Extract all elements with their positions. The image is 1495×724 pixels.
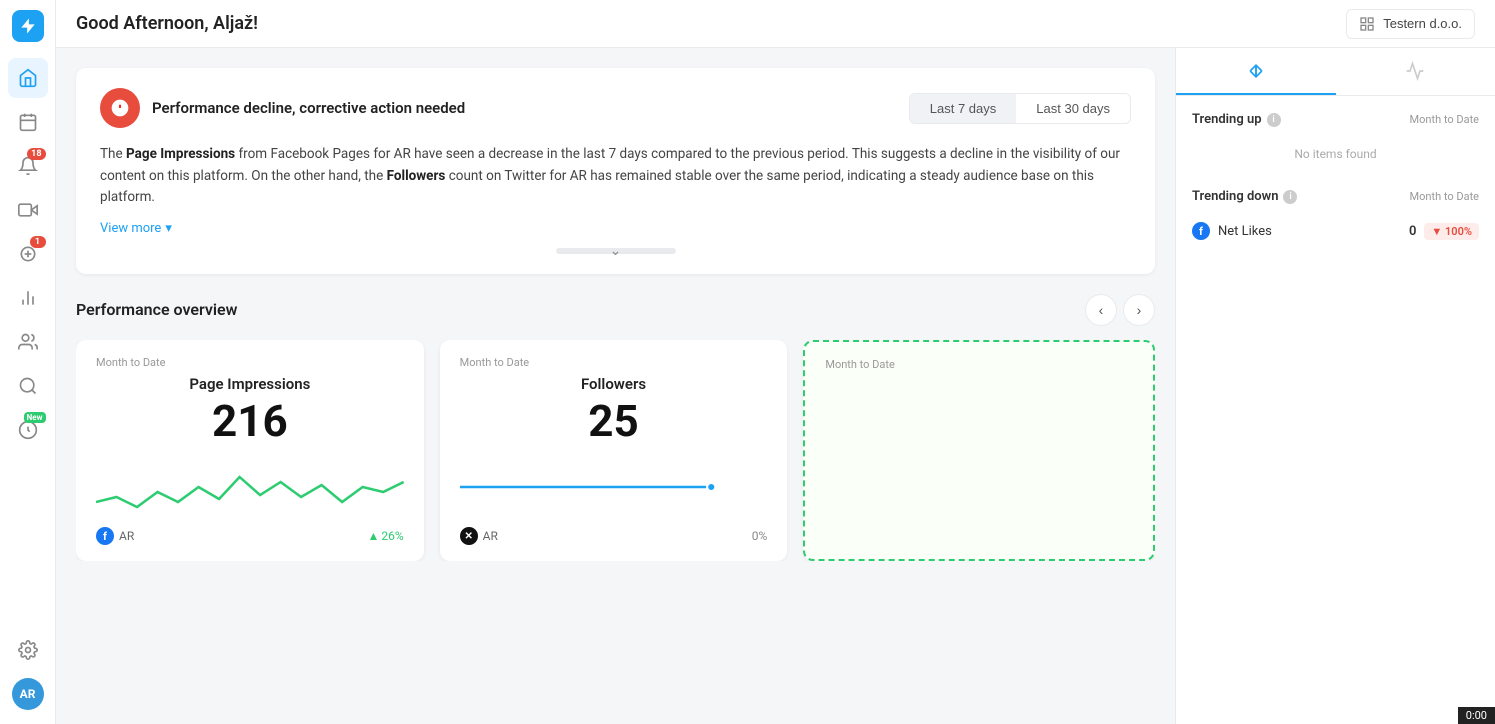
facebook-icon: f: [96, 527, 114, 545]
trending-down-row: f Net Likes 0 ▼ 100%: [1192, 216, 1479, 246]
page-title: Good Afternoon, Aljaž!: [76, 13, 1346, 34]
alert-body: The Page Impressions from Facebook Pages…: [100, 144, 1131, 209]
metric-name-impressions: Page Impressions: [96, 375, 404, 393]
collapse-bar[interactable]: [556, 248, 676, 254]
metric-value-impressions: 216: [96, 397, 404, 445]
no-items-text: No items found: [1192, 139, 1479, 169]
status-bar: 0:00: [1458, 707, 1495, 724]
metric-card-empty: Month to Date: [803, 340, 1155, 561]
sidebar-item-coins[interactable]: 1: [8, 234, 48, 274]
sidebar-item-avatar[interactable]: AR: [8, 674, 48, 714]
metric-card-followers: Month to Date Followers 25 ✕: [440, 340, 788, 561]
trending-up-info-icon: i: [1267, 113, 1281, 127]
main-content: Performance decline, corrective action n…: [56, 48, 1175, 724]
workspace-button[interactable]: Testern d.o.o.: [1346, 9, 1475, 39]
right-panel-content: Trending up i Month to Date No items fou…: [1176, 96, 1495, 724]
sidebar-item-new-feature[interactable]: New: [8, 410, 48, 450]
new-badge: New: [24, 412, 46, 423]
change-down-badge: ▼ 100%: [1424, 223, 1479, 240]
notifications-badge: 18: [27, 148, 45, 160]
metric-period-empty: Month to Date: [825, 358, 1133, 371]
sidebar-bottom: AR: [8, 630, 48, 714]
workspace-icon: [1359, 16, 1375, 32]
sidebar-item-calendar[interactable]: [8, 102, 48, 142]
date-tabs: Last 7 days Last 30 days: [909, 93, 1131, 124]
collapse-button[interactable]: [100, 248, 1131, 254]
section-header: Performance overview ‹ ›: [76, 294, 1155, 326]
chevron-down-icon: ▾: [165, 221, 172, 236]
twitter-icon: ✕: [460, 527, 478, 545]
trending-metric-name: Net Likes: [1218, 224, 1272, 239]
date-tab-30days[interactable]: Last 30 days: [1016, 94, 1130, 123]
platform-badge-followers: ✕ AR: [460, 527, 498, 545]
trending-value: 0: [1409, 224, 1416, 239]
card-footer-followers: ✕ AR 0%: [460, 527, 768, 545]
right-tab-sort[interactable]: [1176, 48, 1336, 95]
right-tab-pulse[interactable]: [1336, 48, 1495, 95]
nav-arrows: ‹ ›: [1085, 294, 1155, 326]
sidebar-item-notifications[interactable]: 18: [8, 146, 48, 186]
sidebar: 18 1: [0, 0, 56, 724]
sidebar-item-settings[interactable]: [8, 630, 48, 670]
right-panel: Trending up i Month to Date No items fou…: [1175, 48, 1495, 724]
trending-facebook-icon: f: [1192, 222, 1210, 240]
performance-section: Performance overview ‹ › Month to Date P…: [76, 294, 1155, 561]
sidebar-item-audience[interactable]: [8, 322, 48, 362]
sidebar-item-analytics[interactable]: [8, 278, 48, 318]
metric-period-impressions: Month to Date: [96, 356, 404, 369]
metric-card-impressions: Month to Date Page Impressions 216 f AR: [76, 340, 424, 561]
cards-row: Month to Date Page Impressions 216 f AR: [76, 340, 1155, 561]
chart-followers: [460, 457, 768, 517]
trending-up-header: Trending up i Month to Date: [1192, 112, 1479, 127]
sidebar-item-search[interactable]: [8, 366, 48, 406]
metric-name-followers: Followers: [460, 375, 768, 393]
app-logo[interactable]: [12, 10, 44, 42]
chart-impressions: [96, 457, 404, 517]
content-area: Performance decline, corrective action n…: [56, 48, 1495, 724]
trending-up-date: Month to Date: [1410, 113, 1479, 126]
card-footer-impressions: f AR ▲ 26%: [96, 527, 404, 545]
coins-badge: 1: [30, 236, 46, 248]
alert-header: Performance decline, corrective action n…: [100, 88, 1131, 128]
header: Good Afternoon, Aljaž! Testern d.o.o.: [56, 0, 1495, 48]
platform-name-impressions: AR: [119, 529, 134, 543]
sidebar-item-home[interactable]: [8, 58, 48, 98]
alert-metric1: Page Impressions: [126, 146, 235, 162]
alert-icon: [100, 88, 140, 128]
trending-up-title: Trending up i: [1192, 112, 1281, 127]
next-arrow[interactable]: ›: [1123, 294, 1155, 326]
alert-card: Performance decline, corrective action n…: [76, 68, 1155, 274]
change-followers: 0%: [752, 529, 768, 543]
view-more-link[interactable]: View more ▾: [100, 221, 1131, 236]
metric-period-followers: Month to Date: [460, 356, 768, 369]
date-tab-7days[interactable]: Last 7 days: [910, 94, 1017, 123]
section-title: Performance overview: [76, 300, 237, 319]
trending-down-title: Trending down i: [1192, 189, 1297, 204]
trending-down-info-icon: i: [1283, 190, 1297, 204]
alert-metric2: Followers: [387, 168, 446, 184]
platform-badge-impressions: f AR: [96, 527, 134, 545]
change-impressions: ▲ 26%: [368, 529, 404, 543]
trending-value-row: 0 ▼ 100%: [1409, 223, 1479, 240]
status-time: 0:00: [1466, 709, 1487, 722]
trending-down-date: Month to Date: [1410, 190, 1479, 203]
trending-metric-netlikes: f Net Likes: [1192, 222, 1272, 240]
main-wrapper: Good Afternoon, Aljaž! Testern d.o.o.: [56, 0, 1495, 724]
right-panel-tabs: [1176, 48, 1495, 96]
sidebar-item-video[interactable]: [8, 190, 48, 230]
prev-arrow[interactable]: ‹: [1085, 294, 1117, 326]
metric-value-followers: 25: [460, 397, 768, 445]
trending-down-section: Trending down i Month to Date f Net Like…: [1192, 189, 1479, 246]
workspace-name: Testern d.o.o.: [1383, 16, 1462, 31]
trending-down-header: Trending down i Month to Date: [1192, 189, 1479, 204]
platform-name-followers: AR: [483, 529, 498, 543]
trending-up-section: Trending up i Month to Date No items fou…: [1192, 112, 1479, 169]
alert-title: Performance decline, corrective action n…: [152, 99, 465, 117]
alert-title-row: Performance decline, corrective action n…: [100, 88, 465, 128]
avatar: AR: [12, 678, 44, 710]
